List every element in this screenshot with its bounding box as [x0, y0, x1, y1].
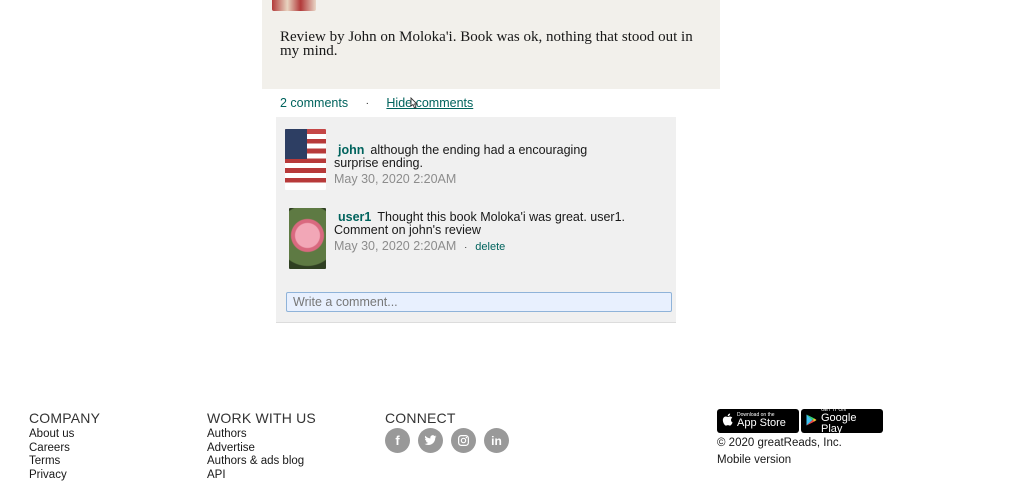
- mobile-version-link[interactable]: Mobile version: [717, 454, 791, 466]
- comment-meta: May 30, 2020 2:20AM · delete: [334, 240, 634, 254]
- footer-link-terms[interactable]: Terms: [29, 455, 100, 469]
- delete-comment-link[interactable]: delete: [475, 241, 505, 253]
- app-store-big-text: App Store: [737, 418, 786, 429]
- comment-item: johnalthough the ending had a encouragin…: [276, 129, 676, 193]
- instagram-icon[interactable]: [451, 428, 476, 453]
- flag-stars-field: [285, 129, 307, 159]
- hide-comments-link[interactable]: Hide comments: [386, 96, 473, 110]
- footer-company-heading: COMPANY: [29, 410, 100, 426]
- google-play-icon: [806, 414, 817, 429]
- google-play-big-text: Google Play: [821, 413, 878, 435]
- google-play-text: GET IT ON Google Play: [821, 408, 878, 435]
- comment-item: user1Thought this book Moloka'i was grea…: [276, 208, 676, 272]
- separator-dot: ·: [366, 98, 369, 109]
- apple-icon: [722, 413, 733, 429]
- footer-link-careers[interactable]: Careers: [29, 442, 100, 456]
- app-store-text: Download on the App Store: [737, 413, 786, 429]
- american-flag-avatar[interactable]: [285, 129, 326, 190]
- comment-body: user1Thought this book Moloka'i was grea…: [334, 211, 634, 254]
- footer-company: COMPANY About us Careers Terms Privacy: [29, 410, 100, 482]
- reviewer-avatar[interactable]: [272, 0, 316, 11]
- comment-username[interactable]: user1: [338, 210, 371, 224]
- comment-body: johnalthough the ending had a encouragin…: [334, 144, 634, 186]
- copyright-text: © 2020 greatReads, Inc.: [717, 437, 842, 449]
- footer-connect-heading: CONNECT: [385, 410, 509, 426]
- footer-link-about[interactable]: About us: [29, 428, 100, 442]
- footer-link-authors[interactable]: Authors: [207, 428, 316, 442]
- comment-timestamp: May 30, 2020 2:20AM: [334, 173, 634, 186]
- comment-text: although the ending had a encouraging su…: [334, 143, 587, 170]
- separator-dot: ·: [464, 242, 467, 252]
- comment-timestamp: May 30, 2020 2:20AM: [334, 239, 456, 253]
- app-badges: Download on the App Store GET IT ON Goog…: [717, 409, 883, 433]
- facebook-icon[interactable]: f: [385, 428, 410, 453]
- footer-work-with-us: WORK WITH US Authors Advertise Authors &…: [207, 410, 316, 482]
- footer-link-authors-ads-blog[interactable]: Authors & ads blog: [207, 455, 316, 469]
- review-card: Review by John on Moloka'i. Book was ok,…: [262, 0, 720, 89]
- comment-text: Thought this book Moloka'i was great. us…: [334, 210, 625, 237]
- twitter-icon[interactable]: [418, 428, 443, 453]
- comments-bar: 2 comments · Hide comments: [280, 96, 473, 110]
- mouse-pointer-icon: [408, 97, 420, 111]
- footer-work-heading: WORK WITH US: [207, 410, 316, 426]
- app-store-badge[interactable]: Download on the App Store: [717, 409, 799, 433]
- comments-section: johnalthough the ending had a encouragin…: [276, 117, 676, 323]
- linkedin-icon[interactable]: in: [484, 428, 509, 453]
- footer-link-advertise[interactable]: Advertise: [207, 442, 316, 456]
- comment-input[interactable]: [286, 292, 672, 312]
- review-text: Review by John on Moloka'i. Book was ok,…: [280, 30, 705, 58]
- google-play-badge[interactable]: GET IT ON Google Play: [801, 409, 883, 433]
- comment-username[interactable]: john: [338, 143, 364, 157]
- footer-connect: CONNECT f in: [385, 410, 509, 453]
- pink-rose-avatar[interactable]: [289, 208, 326, 269]
- social-icons: f in: [385, 428, 509, 453]
- comments-count-link[interactable]: 2 comments: [280, 96, 348, 110]
